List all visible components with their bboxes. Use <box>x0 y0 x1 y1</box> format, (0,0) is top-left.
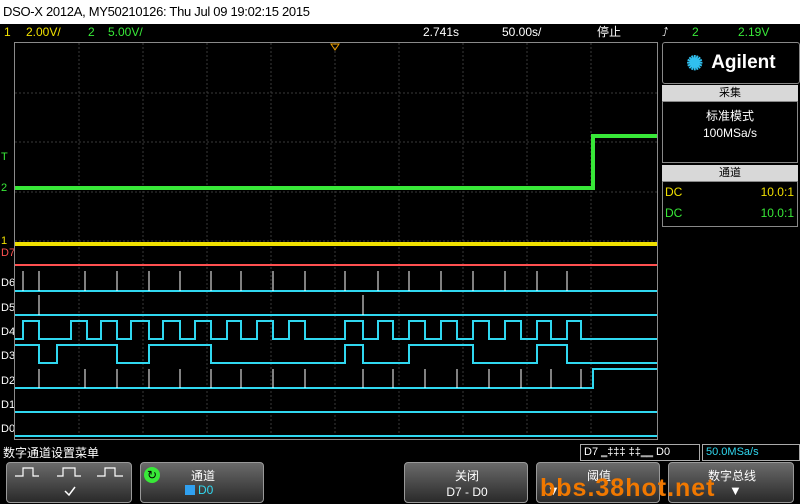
digital-sample-rate: 50.0MSa/s <box>702 444 800 461</box>
spark-icon: ✺ <box>686 52 704 75</box>
brand-logo: ✺ Agilent <box>662 42 800 84</box>
digital-channel-readout: D7 ‗‡‡‡ ‡‡‗‗ D0 <box>580 444 700 461</box>
run-state[interactable]: 停止 <box>597 24 621 41</box>
close-channels-button[interactable]: 关闭 D7 - D0 <box>404 462 528 503</box>
menu-title: 数字通道设置菜单 <box>3 446 100 460</box>
ch1-indicator[interactable]: 1 <box>4 24 11 41</box>
channels-header[interactable]: 通道 <box>662 165 798 181</box>
channel-value-row: D0 <box>185 483 213 497</box>
label-d0: D0 <box>1 423 16 435</box>
info-panel: ✺ Agilent 采集 标准模式 100MSa/s 通道 DC 10.0:1 … <box>660 42 800 440</box>
watermark-text: bbs.38hot.net <box>540 474 716 502</box>
timebase-scale[interactable]: 50.00s/ <box>502 24 541 41</box>
ch1-scale[interactable]: 2.00V/ <box>26 24 61 41</box>
ch1-probe-ratio: 10.0:1 <box>760 185 794 199</box>
ch2-ground-marker[interactable]: 2 <box>1 183 7 194</box>
status-bar: 1 2.00V/ 2 5.00V/ 2.741s 50.00s/ 停止 ⭜ 2 … <box>0 24 800 41</box>
ch2-probe-ratio: 10.0:1 <box>760 206 794 220</box>
graticule <box>15 43 657 439</box>
trigger-source[interactable]: 2 <box>692 24 699 41</box>
title-text: DSO-X 2012A, MY50210126: Thu Jul 09 19:0… <box>3 4 310 19</box>
close-label: 关闭 <box>454 469 479 483</box>
softkey-bar: 数字通道设置菜单 D7 ‗‡‡‡ ‡‡‗‗ D0 50.0MSa/s ↻ 通道 … <box>0 442 800 503</box>
channel-value: D0 <box>198 483 214 497</box>
channels-section: DC 10.0:1 DC 10.0:1 <box>662 181 798 227</box>
ch2-indicator[interactable]: 2 <box>88 24 95 41</box>
d2-trace <box>15 368 657 389</box>
waveform-canvas <box>15 43 657 439</box>
title-bar: DSO-X 2012A, MY50210126: Thu Jul 09 19:0… <box>0 0 800 24</box>
d6-spikes <box>22 271 568 291</box>
d3-trace <box>15 344 657 364</box>
ch1-ground-marker[interactable]: 1 <box>1 236 7 247</box>
label-d2: D2 <box>1 375 16 387</box>
horizontal-delay[interactable]: 2.741s <box>423 24 459 41</box>
channel-select-button[interactable]: ↻ 通道 D0 <box>140 462 264 503</box>
d5-spikes <box>38 295 364 315</box>
d2-spikes <box>38 369 582 388</box>
brand-name: Agilent <box>711 52 776 73</box>
pulse-icons <box>15 467 123 497</box>
acquisition-mode: 标准模式 <box>705 109 754 123</box>
channel-checkbox-icon <box>185 485 195 495</box>
d4-trace <box>15 320 657 340</box>
channel-label: 通道 <box>190 469 215 483</box>
threshold-type-button[interactable] <box>6 462 132 503</box>
close-value: D7 - D0 <box>446 485 488 499</box>
label-d4: D4 <box>1 326 16 338</box>
label-d7: D7 <box>1 247 16 259</box>
label-d1: D1 <box>1 399 16 411</box>
bus-arrow-icon: ▼ <box>729 483 742 498</box>
sample-rate: 100MSa/s <box>702 126 758 140</box>
ch1-coupling: DC <box>665 185 683 199</box>
waveform-display[interactable] <box>14 42 658 440</box>
label-d6: D6 <box>1 277 16 289</box>
ch2-trace <box>15 134 657 190</box>
trigger-edge-icon: ⭜ <box>662 25 669 39</box>
label-d3: D3 <box>1 350 16 362</box>
label-d5: D5 <box>1 302 16 314</box>
acquisition-header[interactable]: 采集 <box>662 85 798 101</box>
ch2-coupling: DC <box>665 206 683 220</box>
ch2-scale[interactable]: 5.00V/ <box>108 24 143 41</box>
trigger-level[interactable]: 2.19V <box>738 24 769 41</box>
trigger-level-marker: T <box>1 151 8 163</box>
channel-labels: T 2 1 D7 D6 D5 D4 D3 D2 D1 D0 <box>0 42 16 442</box>
acquisition-section: 标准模式 100MSa/s <box>662 101 798 163</box>
